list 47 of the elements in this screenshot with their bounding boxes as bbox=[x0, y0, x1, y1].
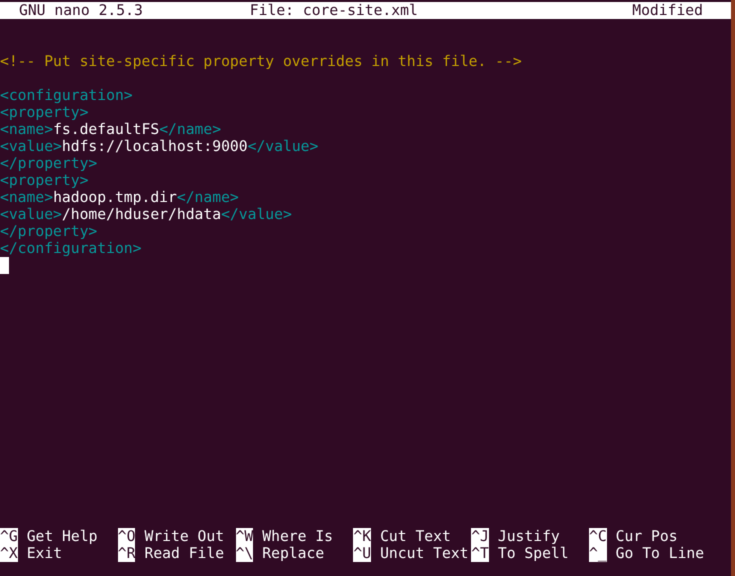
shortcut-label: Write Out bbox=[144, 528, 224, 545]
shortcut-key: ^\ bbox=[236, 545, 254, 562]
xml-tag: </property> bbox=[0, 223, 98, 240]
xml-tag: </name> bbox=[176, 189, 239, 206]
modified-status: Modified bbox=[632, 2, 703, 19]
xml-tag: <name> bbox=[0, 189, 54, 206]
app-version: GNU nano 2.5.3 bbox=[19, 2, 143, 19]
xml-tag: </value> bbox=[248, 138, 318, 155]
shortcut-label: Where Is bbox=[262, 528, 334, 545]
shortcut-label: Cut Text bbox=[380, 528, 451, 545]
xml-text: /home/hduser/hdata bbox=[62, 206, 222, 223]
shortcut-label: Get Help bbox=[26, 528, 98, 545]
shortcut-key: ^X bbox=[0, 545, 18, 562]
shortcut-key: ^J bbox=[471, 528, 489, 545]
xml-text: hadoop.tmp.dir bbox=[53, 189, 177, 206]
xml-text: hdfs://localhost:9000 bbox=[62, 138, 248, 155]
shortcut-key: ^O bbox=[118, 528, 136, 545]
text-cursor bbox=[0, 257, 9, 274]
shortcut-label: Cur Pos bbox=[616, 528, 678, 545]
shortcut-key: ^U bbox=[353, 545, 372, 562]
file-name: File: core-site.xml bbox=[250, 2, 418, 19]
shortcut-key: ^_ bbox=[588, 545, 607, 562]
shortcut-label: Replace bbox=[262, 545, 324, 562]
shortcut-key: ^R bbox=[118, 545, 136, 562]
shortcut-label: To Spell bbox=[498, 545, 569, 562]
xml-tag: <property> bbox=[0, 104, 88, 121]
xml-tag: <name> bbox=[0, 121, 54, 138]
shortcut-key: ^T bbox=[471, 545, 489, 562]
xml-tag: </configuration> bbox=[0, 240, 142, 257]
xml-tag: </value> bbox=[221, 206, 292, 223]
shortcut-key: ^G bbox=[0, 528, 18, 545]
xml-tag: <value> bbox=[0, 206, 62, 223]
shortcut-label: Read File bbox=[144, 545, 224, 562]
xml-tag: <value> bbox=[0, 138, 62, 155]
shortcut-key: ^C bbox=[588, 528, 607, 545]
xml-tag: <property> bbox=[0, 172, 88, 189]
xml-text: fs.defaultFS bbox=[53, 121, 160, 138]
shortcut-label: Exit bbox=[26, 545, 62, 562]
shortcut-key: ^W bbox=[236, 528, 254, 545]
xml-comment: <!-- Put site-specific property overrides in this file. --> bbox=[0, 53, 522, 70]
xml-tag: <configuration> bbox=[0, 87, 133, 104]
shortcut-label: Justify bbox=[498, 528, 560, 545]
shortcut-label: Uncut Text bbox=[380, 545, 469, 562]
shortcut-key: ^K bbox=[353, 528, 372, 545]
xml-tag: </property> bbox=[0, 155, 98, 172]
shortcut-label: Go To Line bbox=[616, 545, 704, 562]
xml-tag: </name> bbox=[159, 121, 222, 138]
